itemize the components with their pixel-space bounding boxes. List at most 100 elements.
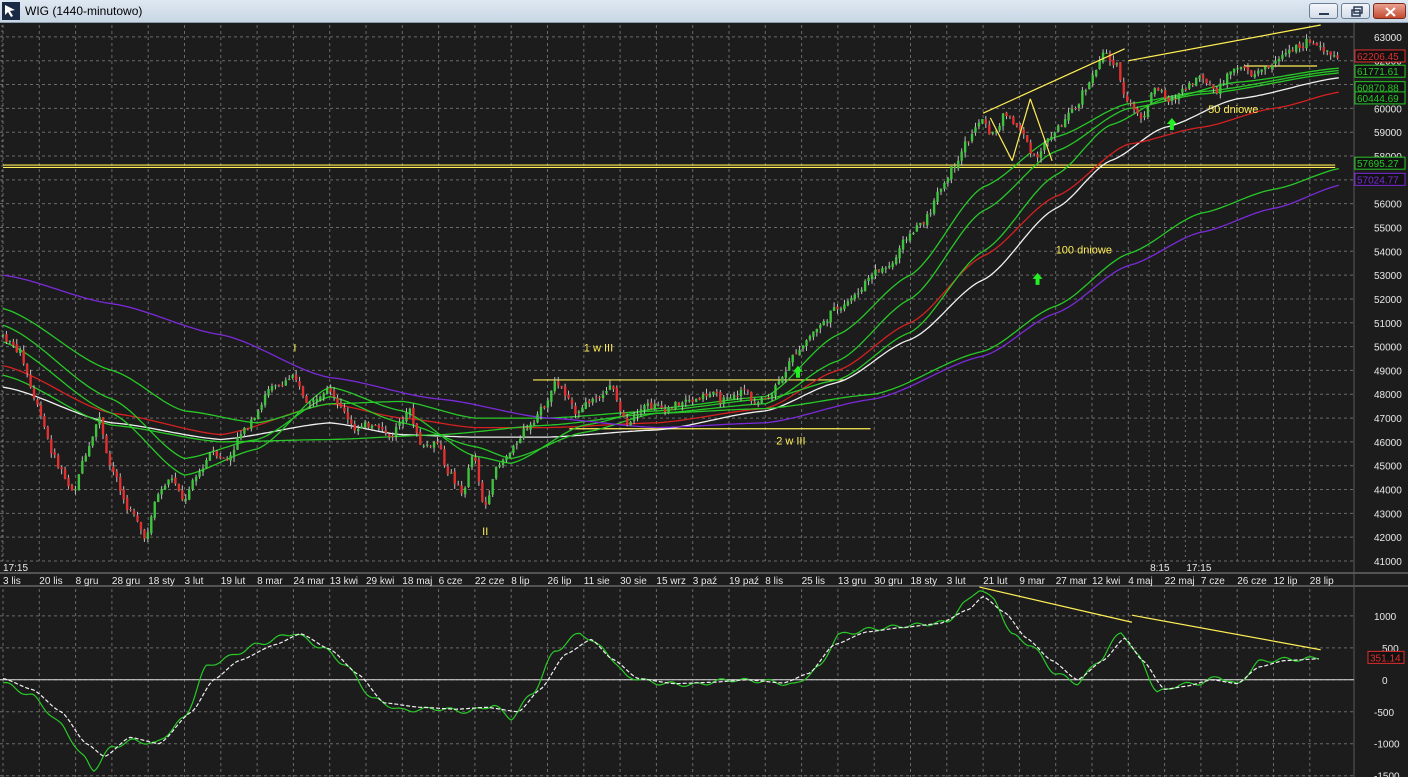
candle-down (1108, 53, 1112, 62)
candle-down (346, 412, 350, 420)
candle-up (781, 377, 784, 383)
x-tick-label: 3 lis (3, 576, 21, 587)
candle-up (946, 178, 950, 183)
candle-up (608, 385, 612, 390)
candle-down (353, 424, 356, 431)
y-tick-label: 42000 (1374, 533, 1402, 544)
candle-down (43, 416, 46, 427)
candle-up (1274, 60, 1277, 64)
candle-down (1212, 85, 1215, 89)
candle-down (988, 124, 991, 135)
candle-up (491, 479, 494, 495)
candle-down (1208, 84, 1212, 86)
candle-up (98, 417, 101, 425)
candle-down (1163, 90, 1167, 99)
candle-down (1315, 43, 1319, 46)
candle-up (843, 304, 846, 310)
candle-up (74, 489, 77, 491)
restore-button[interactable] (1341, 3, 1370, 19)
candle-up (991, 131, 994, 134)
x-tick-label: 22 cze (475, 576, 505, 587)
candle-up (550, 390, 553, 402)
candle-up (470, 456, 474, 468)
candle-up (725, 397, 729, 399)
candle-down (1308, 39, 1312, 43)
candle-up (1067, 112, 1070, 121)
candle-up (939, 189, 943, 192)
candle-up (467, 467, 470, 488)
candle-down (225, 459, 229, 461)
candle-up (81, 460, 84, 474)
candle-up (712, 391, 715, 395)
candle-up (898, 248, 901, 259)
candle-down (481, 482, 484, 502)
candle-down (443, 449, 446, 466)
x-tick-label: 28 gru (112, 576, 140, 587)
candle-down (336, 397, 339, 405)
candle-down (1184, 88, 1188, 90)
candle-up (153, 501, 156, 518)
candle-up (694, 398, 698, 402)
candle-up (1281, 54, 1284, 59)
candle-up (805, 340, 808, 347)
candle-down (543, 406, 546, 409)
candle-up (1143, 115, 1146, 118)
price-tag-label: 57024.77 (1357, 175, 1399, 186)
x-tick-label: 26 cze (1237, 576, 1267, 587)
candle-up (1091, 75, 1094, 84)
x-tick-label: 26 lip (548, 576, 572, 587)
candle-up (1222, 83, 1225, 85)
candle-up (970, 133, 974, 142)
candle-up (639, 409, 643, 413)
x-tick-label: 3 lut (947, 576, 966, 587)
candle-up (674, 401, 677, 410)
candle-down (1119, 62, 1122, 81)
candle-down (650, 402, 653, 409)
candle-down (736, 395, 739, 397)
candle-up (739, 389, 743, 397)
y-tick-label: 49000 (1374, 366, 1402, 377)
price-tag-label: 61771.61 (1357, 67, 1399, 78)
candle-up (522, 428, 525, 439)
candle-up (263, 394, 267, 406)
candle-up (1001, 113, 1005, 126)
candle-up (1088, 82, 1091, 90)
x-tick-label: 12 kwi (1092, 576, 1120, 587)
candle-down (129, 509, 132, 511)
candle-up (860, 289, 863, 292)
candle-down (1191, 84, 1194, 86)
candle-up (977, 122, 981, 127)
osc-y-tick-label: 0 (1382, 676, 1388, 687)
candle-up (874, 269, 877, 276)
candle-down (984, 119, 988, 124)
candle-down (70, 485, 74, 491)
candle-up (894, 257, 898, 264)
candle-up (1263, 66, 1267, 70)
candle-down (1243, 66, 1246, 69)
candle-up (1115, 63, 1119, 65)
candle-down (143, 529, 146, 539)
candle-down (119, 477, 122, 491)
candle-up (584, 402, 587, 409)
candle-up (1270, 65, 1274, 69)
candle-up (1332, 55, 1336, 57)
candle-down (622, 412, 625, 417)
candle-up (270, 386, 274, 391)
candle-down (746, 390, 750, 392)
candle-up (929, 213, 932, 215)
candle-down (1126, 95, 1129, 102)
candle-down (384, 430, 387, 433)
candle-up (667, 407, 670, 414)
candle-up (1177, 93, 1181, 100)
x-tick-label: 8 mar (257, 576, 283, 587)
x-tick-label: 19 lut (221, 576, 246, 587)
candle-up (212, 450, 215, 452)
candle-down (281, 385, 284, 387)
chart-area[interactable]: III1 w III2 w III100 dniowe50 dniowe 410… (0, 23, 1408, 777)
candle-down (1012, 116, 1015, 125)
candle-up (981, 119, 984, 124)
close-button[interactable] (1373, 3, 1406, 19)
candle-down (967, 141, 970, 143)
candle-down (46, 427, 50, 439)
minimize-button[interactable] (1309, 3, 1338, 19)
